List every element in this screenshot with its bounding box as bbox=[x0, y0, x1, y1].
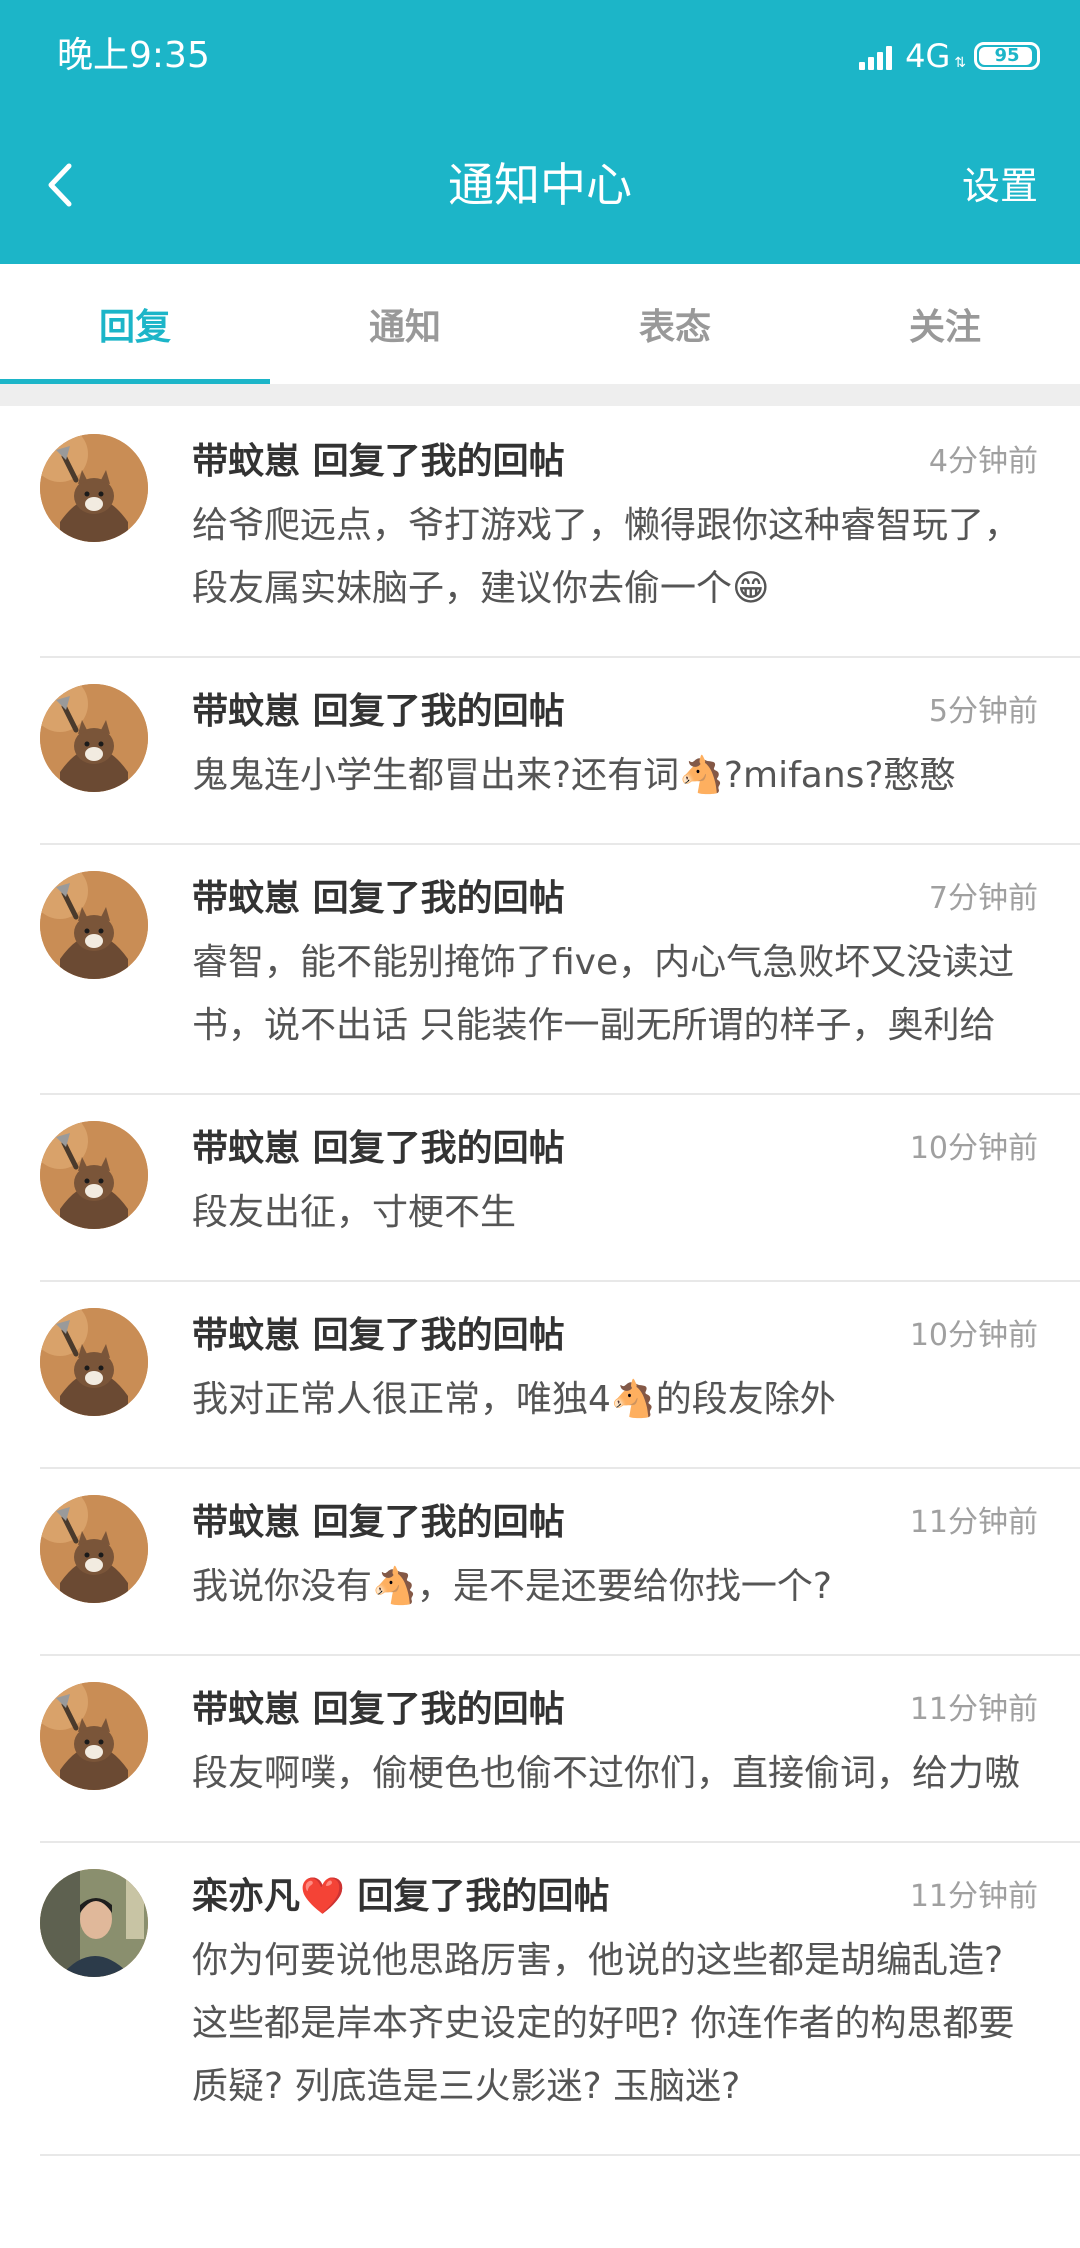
signal-icon bbox=[859, 42, 895, 70]
tab-reply[interactable]: 回复 bbox=[0, 264, 270, 384]
reply-text: 给爷爬远点，爷打游戏了，懒得跟你这种睿智玩了，段友属实妹脑子，建议你去偷一个😁 bbox=[192, 505, 1021, 609]
action-text: 回复了我的回帖 bbox=[357, 1876, 610, 1917]
action-text: 回复了我的回帖 bbox=[312, 691, 565, 732]
avatar[interactable] bbox=[40, 1308, 148, 1416]
tab-label: 关注 bbox=[908, 307, 981, 348]
avatar[interactable] bbox=[40, 1121, 148, 1229]
cat-avatar-image bbox=[40, 1121, 148, 1229]
reply-text: 你为何要说他思路厉害，他说的这些都是胡编乱造? 这些都是岸本齐史设定的好吧? 你… bbox=[192, 1940, 1015, 2107]
nav-bar: 通知中心 设置 bbox=[0, 110, 1080, 264]
user-name[interactable]: 带蚊崽 bbox=[192, 441, 300, 482]
reply-text: 鬼鬼连小学生都冒出来?还有词🐴?mifans?憨憨 bbox=[192, 755, 956, 796]
cat-avatar-image bbox=[40, 1495, 148, 1603]
person-avatar-image bbox=[40, 1869, 148, 1977]
item-header: 带蚊崽 回复了我的回帖 10分钟前 bbox=[192, 1121, 1038, 1177]
avatar[interactable] bbox=[40, 1869, 148, 1977]
reply-text: 段友出征，寸梗不生 bbox=[192, 1192, 517, 1233]
item-header: 带蚊崽 回复了我的回帖 11分钟前 bbox=[192, 1682, 1038, 1738]
settings-button[interactable]: 设置 bbox=[962, 162, 1038, 210]
item-header: 带蚊崽 回复了我的回帖 10分钟前 bbox=[192, 1308, 1038, 1364]
action-text: 回复了我的回帖 bbox=[312, 878, 565, 919]
list-item[interactable]: 带蚊崽 回复了我的回帖 11分钟前段友啊噗，偷梗色也偷不过你们，直接偷词，给力嗷 bbox=[0, 1654, 1080, 1843]
tab-bar: 回复 通知 表态 关注 bbox=[0, 264, 1080, 384]
section-divider bbox=[0, 384, 1080, 406]
battery-icon: 95 bbox=[974, 42, 1040, 70]
timestamp: 4分钟前 bbox=[928, 444, 1038, 479]
item-title: 带蚊崽 回复了我的回帖 bbox=[192, 684, 565, 740]
page-title: 通知中心 bbox=[448, 158, 632, 212]
list-item[interactable]: 带蚊崽 回复了我的回帖 11分钟前我说你没有🐴，是不是还要给你找一个? bbox=[0, 1467, 1080, 1656]
tab-label: 表态 bbox=[638, 307, 711, 348]
reply-text: 睿智，能不能别掩饰了five，内心气急败坏又没读过书，说不出话 只能装作一副无所… bbox=[192, 942, 1015, 1046]
reply-text: 我对正常人很正常，唯独4🐴的段友除外 bbox=[192, 1379, 836, 1420]
user-name[interactable]: 栾亦凡❤️ bbox=[192, 1876, 345, 1917]
avatar[interactable] bbox=[40, 434, 148, 542]
status-bar: 晚上9:35 4G ⇅ 95 bbox=[0, 0, 1080, 110]
item-divider bbox=[40, 2154, 1080, 2156]
status-icons: 4G ⇅ 95 bbox=[859, 36, 1040, 76]
user-name[interactable]: 带蚊崽 bbox=[192, 691, 300, 732]
status-time: 晚上9:35 bbox=[57, 35, 210, 76]
list-item[interactable]: 带蚊崽 回复了我的回帖 7分钟前睿智，能不能别掩饰了five，内心气急败坏又没读过… bbox=[0, 843, 1080, 1095]
list-item[interactable]: 带蚊崽 回复了我的回帖 10分钟前段友出征，寸梗不生 bbox=[0, 1093, 1080, 1282]
timestamp: 7分钟前 bbox=[928, 881, 1038, 916]
user-name[interactable]: 带蚊崽 bbox=[192, 1502, 300, 1543]
user-name[interactable]: 带蚊崽 bbox=[192, 1689, 300, 1730]
user-name[interactable]: 带蚊崽 bbox=[192, 1315, 300, 1356]
list-item[interactable]: 带蚊崽 回复了我的回帖 10分钟前我对正常人很正常，唯独4🐴的段友除外 bbox=[0, 1280, 1080, 1469]
avatar[interactable] bbox=[40, 684, 148, 792]
cat-avatar-image bbox=[40, 1682, 148, 1790]
reply-text: 我说你没有🐴，是不是还要给你找一个? bbox=[192, 1566, 832, 1607]
item-title: 带蚊崽 回复了我的回帖 bbox=[192, 1682, 565, 1738]
timestamp: 10分钟前 bbox=[909, 1131, 1038, 1166]
item-title: 带蚊崽 回复了我的回帖 bbox=[192, 871, 565, 927]
action-text: 回复了我的回帖 bbox=[312, 1689, 565, 1730]
list-item[interactable]: 栾亦凡❤️ 回复了我的回帖 11分钟前你为何要说他思路厉害，他说的这些都是胡编乱造… bbox=[0, 1841, 1080, 2156]
action-text: 回复了我的回帖 bbox=[312, 1502, 565, 1543]
item-title: 带蚊崽 回复了我的回帖 bbox=[192, 1495, 565, 1551]
tab-follow[interactable]: 关注 bbox=[810, 264, 1080, 384]
cat-avatar-image bbox=[40, 871, 148, 979]
app-header: 晚上9:35 4G ⇅ 95 通知中心 设置 bbox=[0, 0, 1080, 264]
item-header: 带蚊崽 回复了我的回帖 5分钟前 bbox=[192, 684, 1038, 740]
avatar[interactable] bbox=[40, 1682, 148, 1790]
tab-label: 回复 bbox=[98, 307, 171, 348]
item-title: 带蚊崽 回复了我的回帖 bbox=[192, 434, 565, 490]
reply-text: 段友啊噗，偷梗色也偷不过你们，直接偷词，给力嗷 bbox=[192, 1753, 1021, 1794]
item-title: 带蚊崽 回复了我的回帖 bbox=[192, 1308, 565, 1364]
timestamp: 11分钟前 bbox=[909, 1879, 1038, 1914]
item-header: 带蚊崽 回复了我的回帖 11分钟前 bbox=[192, 1495, 1038, 1551]
cat-avatar-image bbox=[40, 684, 148, 792]
cat-avatar-image bbox=[40, 1308, 148, 1416]
list-item[interactable]: 带蚊崽 回复了我的回帖 4分钟前给爷爬远点，爷打游戏了，懒得跟你这种睿智玩了，段友… bbox=[0, 406, 1080, 658]
tab-notice[interactable]: 通知 bbox=[270, 264, 540, 384]
notification-list: 带蚊崽 回复了我的回帖 4分钟前给爷爬远点，爷打游戏了，懒得跟你这种睿智玩了，段友… bbox=[0, 406, 1080, 2156]
item-header: 带蚊崽 回复了我的回帖 4分钟前 bbox=[192, 434, 1038, 490]
cat-avatar-image bbox=[40, 434, 148, 542]
timestamp: 10分钟前 bbox=[909, 1318, 1038, 1353]
network-label: 4G bbox=[905, 37, 951, 75]
data-activity-icon: ⇅ bbox=[954, 55, 966, 71]
timestamp: 11分钟前 bbox=[909, 1505, 1038, 1540]
action-text: 回复了我的回帖 bbox=[312, 1128, 565, 1169]
item-title: 带蚊崽 回复了我的回帖 bbox=[192, 1121, 565, 1177]
battery-percent: 95 bbox=[994, 45, 1020, 66]
user-name[interactable]: 带蚊崽 bbox=[192, 878, 300, 919]
tab-reaction[interactable]: 表态 bbox=[540, 264, 810, 384]
action-text: 回复了我的回帖 bbox=[312, 441, 565, 482]
item-title: 栾亦凡❤️ 回复了我的回帖 bbox=[192, 1869, 609, 1925]
timestamp: 5分钟前 bbox=[928, 694, 1038, 729]
timestamp: 11分钟前 bbox=[909, 1692, 1038, 1727]
user-name[interactable]: 带蚊崽 bbox=[192, 1128, 300, 1169]
avatar[interactable] bbox=[40, 871, 148, 979]
list-item[interactable]: 带蚊崽 回复了我的回帖 5分钟前鬼鬼连小学生都冒出来?还有词🐴?mifans?憨憨 bbox=[0, 656, 1080, 845]
item-header: 栾亦凡❤️ 回复了我的回帖 11分钟前 bbox=[192, 1869, 1038, 1925]
item-header: 带蚊崽 回复了我的回帖 7分钟前 bbox=[192, 871, 1038, 927]
avatar[interactable] bbox=[40, 1495, 148, 1603]
action-text: 回复了我的回帖 bbox=[312, 1315, 565, 1356]
tab-label: 通知 bbox=[368, 307, 441, 348]
